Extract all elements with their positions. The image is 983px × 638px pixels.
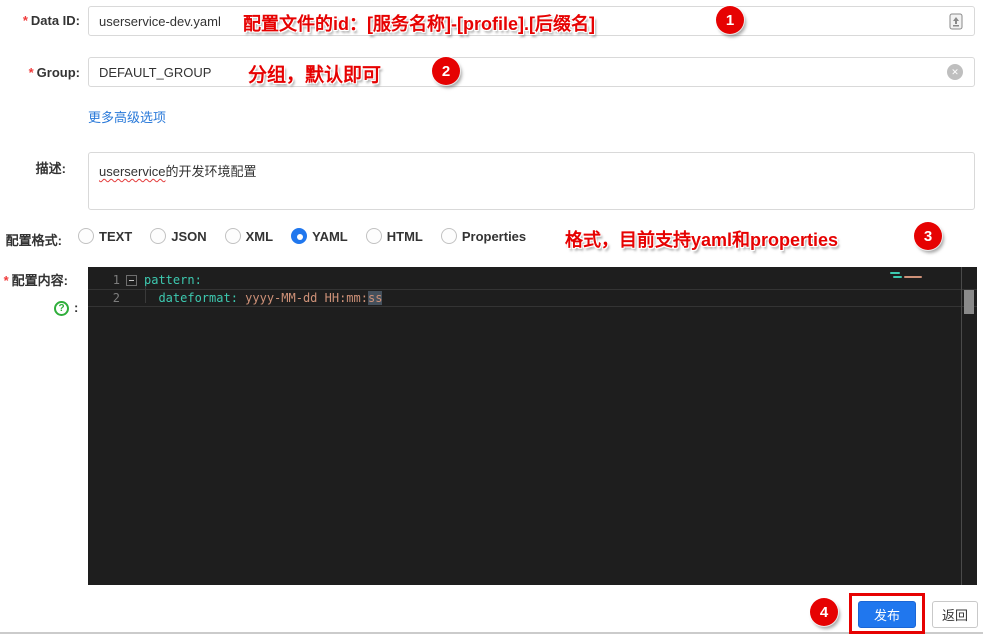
minimap (888, 271, 948, 295)
fold-icon[interactable] (126, 275, 137, 286)
format-radio-group: TEXT JSON XML YAML HTML Properties (78, 228, 526, 244)
annotation-step-1: 1 (716, 6, 744, 34)
editor-line-1: 1 pattern: (88, 271, 977, 289)
group-input[interactable] (88, 57, 975, 87)
content-label: *配置内容: (0, 270, 68, 289)
help-icon[interactable]: ? (54, 301, 69, 316)
radio-circle-icon (150, 228, 166, 244)
autofill-icon[interactable] (949, 13, 963, 30)
yaml-value: yyyy-MM-dd HH:mm: (238, 291, 368, 305)
clear-icon[interactable]: ✕ (947, 64, 963, 80)
description-textarea[interactable]: userservice的开发环境配置 (88, 152, 975, 210)
new-config-page: *Data ID: 配置文件的id：[服务名称]-[profile].[后缀名]… (0, 0, 983, 638)
config-content-editor[interactable]: 1 pattern: 2 dateformat: yyyy-MM-dd HH:m… (88, 267, 977, 585)
yaml-value-selected: ss (368, 291, 382, 305)
indent-guide (145, 286, 146, 303)
radio-circle-icon (225, 228, 241, 244)
radio-html[interactable]: HTML (366, 228, 423, 244)
radio-text[interactable]: TEXT (78, 228, 132, 244)
radio-yaml[interactable]: YAML (291, 228, 348, 244)
radio-xml[interactable]: XML (225, 228, 273, 244)
back-button[interactable]: 返回 (932, 601, 978, 628)
line-number: 2 (88, 291, 126, 305)
yaml-key: dateformat: (158, 291, 237, 305)
annotation-data-id: 配置文件的id：[服务名称]-[profile].[后缀名] (243, 10, 595, 36)
annotation-step-4: 4 (810, 598, 838, 626)
group-label: *Group: (0, 65, 80, 80)
yaml-key: pattern: (144, 273, 202, 287)
annotation-publish-outline (849, 593, 925, 634)
radio-circle-icon (78, 228, 94, 244)
format-label: 配置格式: (0, 230, 62, 249)
radio-circle-checked-icon (291, 228, 307, 244)
advanced-options-link[interactable]: 更多高级选项 (88, 107, 166, 126)
radio-circle-icon (366, 228, 382, 244)
editor-line-2: 2 dateformat: yyyy-MM-dd HH:mm:ss (88, 289, 977, 307)
annotation-step-3: 3 (914, 222, 942, 250)
scrollbar-divider (961, 267, 962, 585)
radio-circle-icon (441, 228, 457, 244)
description-value-rest: 的开发环境配置 (165, 164, 256, 179)
scrollbar-thumb[interactable] (964, 290, 974, 314)
description-value-underlined: userservice (99, 164, 165, 179)
annotation-group: 分组，默认即可 (248, 60, 381, 87)
annotation-step-2: 2 (432, 57, 460, 85)
required-mark: * (29, 65, 34, 80)
description-label: 描述: (0, 158, 66, 177)
radio-json[interactable]: JSON (150, 228, 206, 244)
help-colon: : (74, 300, 78, 315)
radio-properties[interactable]: Properties (441, 228, 526, 244)
data-id-label: *Data ID: (0, 13, 80, 28)
required-mark: * (4, 273, 9, 288)
line-number: 1 (88, 273, 126, 287)
required-mark: * (23, 13, 28, 28)
annotation-format: 格式，目前支持yaml和properties (565, 226, 838, 252)
bottom-divider (0, 632, 983, 634)
